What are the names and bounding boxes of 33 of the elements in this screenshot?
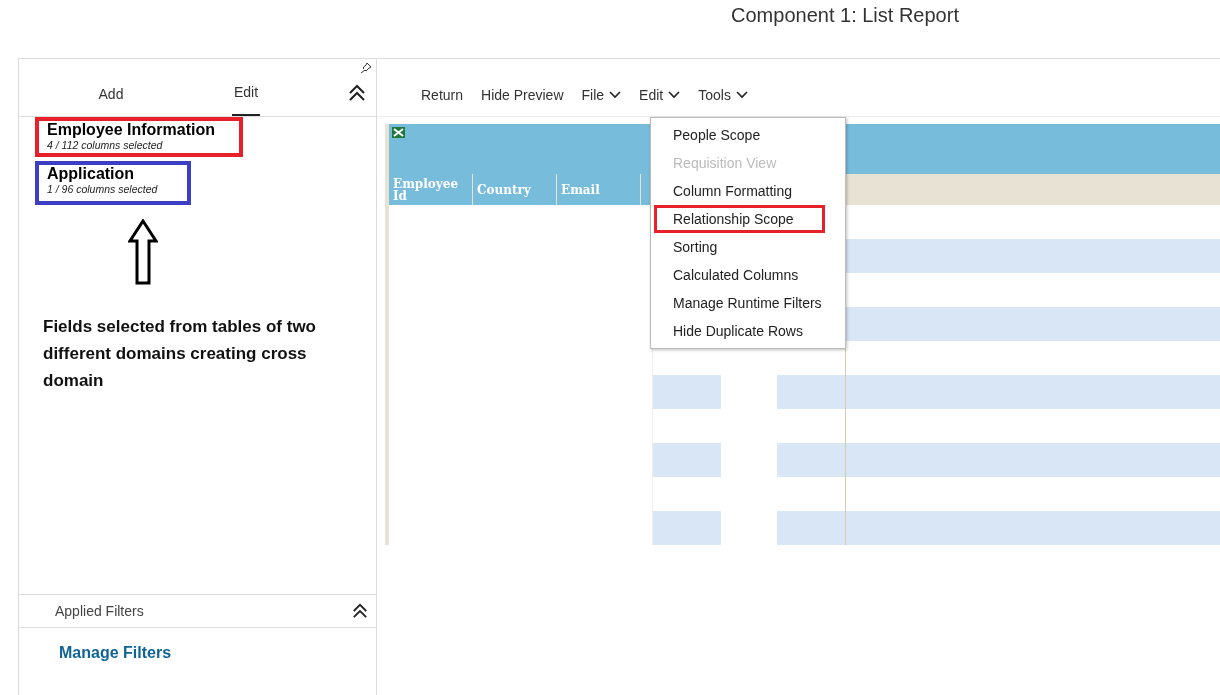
columns-selected-count: 1 / 96 columns selected bbox=[47, 183, 158, 195]
table-cell bbox=[777, 443, 845, 477]
toolbar-button[interactable]: Tools bbox=[690, 87, 756, 116]
panel-tab[interactable]: Edit bbox=[232, 84, 260, 116]
annotation-text: Fields selected from tables of two different domains creating cross domain bbox=[43, 316, 317, 392]
toolbar-button[interactable]: File bbox=[573, 87, 630, 116]
table-cell bbox=[777, 511, 845, 545]
toolbar-button[interactable]: Return bbox=[413, 87, 472, 116]
menu-item[interactable]: Relationship Scope bbox=[654, 205, 825, 233]
spreadsheet-icon[interactable] bbox=[392, 127, 405, 138]
toolbar-button[interactable]: Edit bbox=[631, 87, 689, 116]
table-cell bbox=[777, 375, 845, 409]
table-name[interactable]: Employee Information bbox=[47, 121, 216, 139]
manage-filters-link[interactable]: Manage Filters bbox=[59, 644, 172, 661]
table-cell bbox=[653, 511, 721, 545]
menu-item[interactable]: Calculated Columns bbox=[654, 261, 825, 289]
menu-item[interactable]: Manage Runtime Filters bbox=[654, 289, 825, 317]
page-title: Component 1: List Report bbox=[731, 4, 959, 28]
menu-item[interactable]: People Scope bbox=[654, 121, 825, 149]
applied-filters-label: Applied Filters bbox=[55, 603, 144, 619]
toolbar-button[interactable]: Hide Preview bbox=[473, 87, 572, 116]
panel-tab[interactable]: Add bbox=[85, 86, 137, 116]
pin-icon[interactable] bbox=[360, 62, 372, 74]
menu-item[interactable]: Sorting bbox=[654, 233, 825, 261]
menu-item[interactable]: Column Formatting bbox=[654, 177, 825, 205]
columns-selected-count: 4 / 112 columns selected bbox=[47, 139, 164, 151]
collapse-icon[interactable] bbox=[348, 84, 366, 102]
table-name[interactable]: Application bbox=[47, 165, 158, 183]
table-cell bbox=[653, 443, 721, 477]
menu-item[interactable]: Hide Duplicate Rows bbox=[654, 317, 825, 345]
table-cell bbox=[653, 375, 721, 409]
collapse-icon[interactable] bbox=[352, 603, 368, 619]
up-arrow-icon bbox=[128, 219, 158, 285]
